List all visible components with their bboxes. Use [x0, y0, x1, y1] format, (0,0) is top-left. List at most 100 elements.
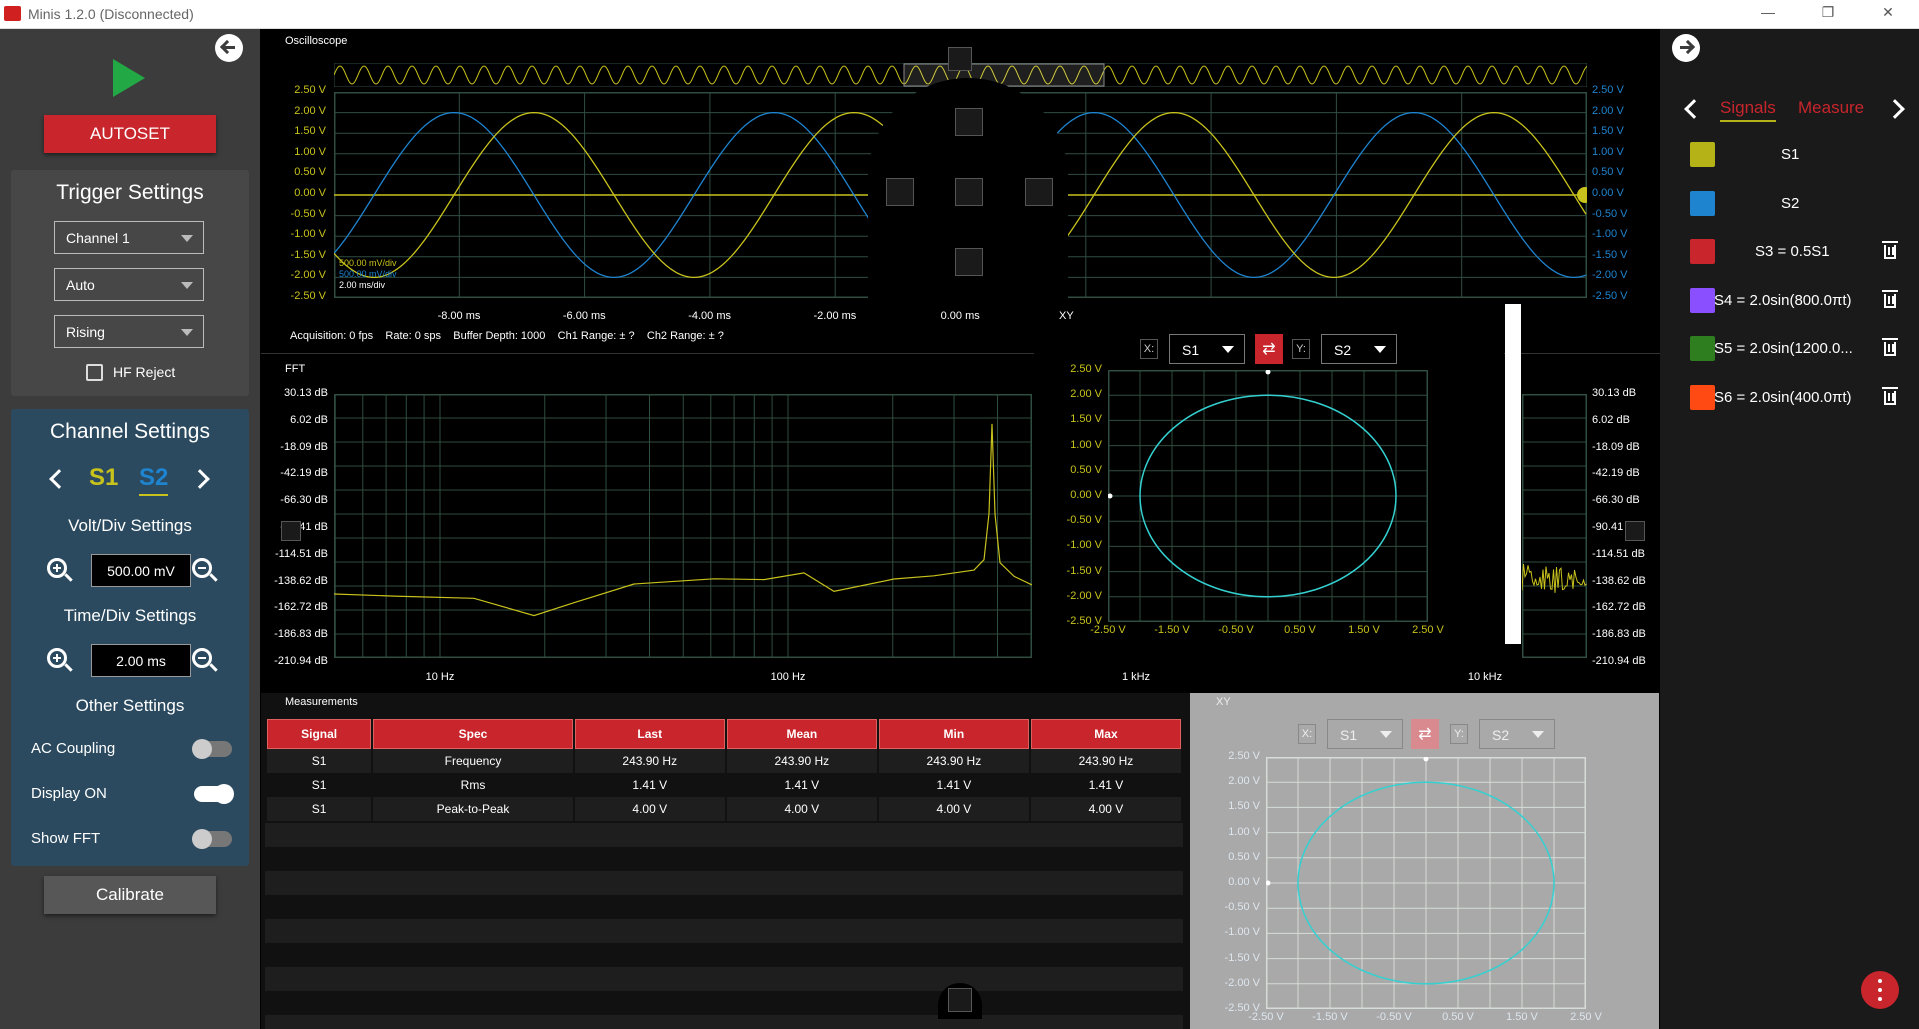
dock-down-button[interactable]	[955, 248, 983, 276]
trigger-channel-select[interactable]: Channel 1	[54, 221, 204, 254]
app-logo-icon	[4, 6, 21, 21]
chevron-right-icon[interactable]	[1885, 99, 1905, 119]
tab-measure[interactable]: Measure	[1798, 98, 1864, 118]
trash-icon[interactable]	[1884, 245, 1896, 259]
dock-top-button[interactable]	[948, 47, 972, 71]
zoom-in-icon[interactable]	[47, 558, 67, 578]
col-signal[interactable]: Signal	[267, 719, 371, 749]
fft-right-handle[interactable]	[1625, 521, 1645, 541]
col-spec[interactable]: Spec	[373, 719, 572, 749]
chevron-left-icon[interactable]	[49, 469, 69, 489]
hf-reject-checkbox[interactable]	[86, 364, 103, 381]
swap-axes-button-secondary[interactable]: ⇄	[1411, 719, 1439, 749]
chevron-down-icon	[1532, 731, 1544, 738]
xy-plot[interactable]	[1108, 370, 1428, 622]
axis-tick-label: -1.00 V	[1032, 539, 1102, 551]
signal-color-swatch[interactable]	[1690, 288, 1715, 313]
axis-tick-label: 0.00 ms	[920, 310, 1000, 322]
channel-tab-s2[interactable]: S2	[139, 464, 168, 496]
col-last[interactable]: Last	[575, 719, 725, 749]
chevron-down-icon	[1380, 731, 1392, 738]
xy-x-select[interactable]: S1	[1169, 334, 1245, 364]
axis-tick-label: -138.62 dB	[258, 575, 328, 587]
signal-label[interactable]: S4 = 2.0sin(800.0πt)	[1714, 292, 1852, 309]
axis-tick-label: 1 kHz	[1096, 671, 1176, 683]
trash-icon[interactable]	[1884, 294, 1896, 308]
dock-bottom-button[interactable]	[948, 988, 972, 1012]
signal-label[interactable]: S5 = 2.0sin(1200.0...	[1714, 340, 1853, 357]
axis-tick-label: -114.51 dB	[258, 548, 328, 560]
dock-up-button[interactable]	[955, 108, 983, 136]
ac-coupling-toggle[interactable]	[194, 741, 232, 757]
show-fft-toggle[interactable]	[194, 831, 232, 847]
trash-icon[interactable]	[1884, 391, 1896, 405]
signal-color-swatch[interactable]	[1690, 142, 1715, 167]
volt-div-input[interactable]: 500.00 mV	[91, 554, 191, 587]
signal-label[interactable]: S2	[1781, 195, 1799, 212]
tab-signals[interactable]: Signals	[1720, 98, 1776, 122]
axis-tick-label: -6.00 ms	[544, 310, 624, 322]
collapse-left-icon[interactable]	[215, 34, 243, 62]
signal-label[interactable]: S3 = 0.5S1	[1755, 243, 1830, 260]
xy-secondary-title: XY	[1216, 696, 1231, 708]
fft-plot-right[interactable]	[1522, 394, 1587, 658]
signal-color-swatch[interactable]	[1690, 336, 1715, 361]
signal-label[interactable]: S6 = 2.0sin(400.0πt)	[1714, 389, 1852, 406]
trash-icon[interactable]	[1884, 342, 1896, 356]
zoom-out-icon[interactable]	[192, 648, 212, 668]
trigger-mode-value: Auto	[66, 277, 95, 293]
minimize-icon[interactable]: —	[1756, 4, 1780, 20]
axis-tick-label: -1.00 V	[1190, 926, 1260, 938]
dock-right-button[interactable]	[1025, 178, 1053, 206]
signal-label[interactable]: S1	[1781, 146, 1799, 163]
xy-y-select[interactable]: S2	[1321, 334, 1397, 364]
dock-left-button[interactable]	[886, 178, 914, 206]
calibrate-button[interactable]: Calibrate	[44, 876, 216, 914]
axis-tick-label: -66.30 dB	[1592, 494, 1662, 506]
xy2-y-tag: Y:	[1450, 724, 1468, 744]
fft-left-handle[interactable]	[281, 521, 301, 541]
chevron-left-icon[interactable]	[1684, 99, 1704, 119]
table-row[interactable]: S1 Peak-to-Peak 4.00 V 4.00 V 4.00 V 4.00 V	[267, 797, 1181, 821]
col-mean[interactable]: Mean	[727, 719, 877, 749]
autoset-button[interactable]: AUTOSET	[44, 115, 216, 153]
axis-tick-label: -2.00 V	[1190, 977, 1260, 989]
zoom-out-icon[interactable]	[192, 558, 212, 578]
xy2-x-select[interactable]: S1	[1327, 719, 1403, 749]
col-max[interactable]: Max	[1031, 719, 1181, 749]
display-on-toggle[interactable]	[194, 786, 232, 802]
collapse-right-icon[interactable]	[1672, 34, 1700, 62]
axis-tick-label: -210.94 dB	[258, 655, 328, 667]
more-options-button[interactable]	[1861, 971, 1899, 1009]
restore-icon[interactable]: ❐	[1816, 4, 1840, 21]
trigger-edge-select[interactable]: Rising	[54, 315, 204, 348]
close-icon[interactable]: ✕	[1876, 4, 1900, 21]
signal-color-swatch[interactable]	[1690, 191, 1715, 216]
cell: 1.41 V	[1031, 773, 1181, 797]
time-div-input[interactable]: 2.00 ms	[91, 644, 191, 677]
cell: S1	[267, 797, 371, 821]
col-min[interactable]: Min	[879, 719, 1029, 749]
zoom-in-icon[interactable]	[47, 648, 67, 668]
signal-color-swatch[interactable]	[1690, 385, 1715, 410]
table-row[interactable]: S1 Frequency 243.90 Hz 243.90 Hz 243.90 Hz 24…	[267, 749, 1181, 773]
left-panel: AUTOSET Trigger Settings Channel 1 Auto …	[0, 29, 260, 1029]
signal-color-swatch[interactable]	[1690, 239, 1715, 264]
play-icon[interactable]	[113, 59, 145, 97]
chevron-right-icon[interactable]	[190, 469, 210, 489]
xy-plot-secondary[interactable]	[1266, 757, 1586, 1009]
channel-tab-s1[interactable]: S1	[89, 464, 118, 492]
fft-title: FFT	[285, 363, 305, 375]
table-row[interactable]: S1 Rms 1.41 V 1.41 V 1.41 V 1.41 V	[267, 773, 1181, 797]
axis-tick-label: 30.13 dB	[258, 387, 328, 399]
xy-x-tag: X:	[1140, 339, 1158, 359]
splitter-bar[interactable]	[1505, 304, 1521, 644]
fft-plot[interactable]	[334, 394, 1032, 658]
axis-tick-label: 6.02 dB	[1592, 414, 1662, 426]
trigger-mode-select[interactable]: Auto	[54, 268, 204, 301]
xy2-y-select[interactable]: S2	[1479, 719, 1555, 749]
axis-tick-label: -186.83 dB	[258, 628, 328, 640]
swap-axes-button[interactable]: ⇄	[1255, 334, 1283, 364]
dock-center-button[interactable]	[955, 178, 983, 206]
cell: Peak-to-Peak	[373, 797, 572, 821]
